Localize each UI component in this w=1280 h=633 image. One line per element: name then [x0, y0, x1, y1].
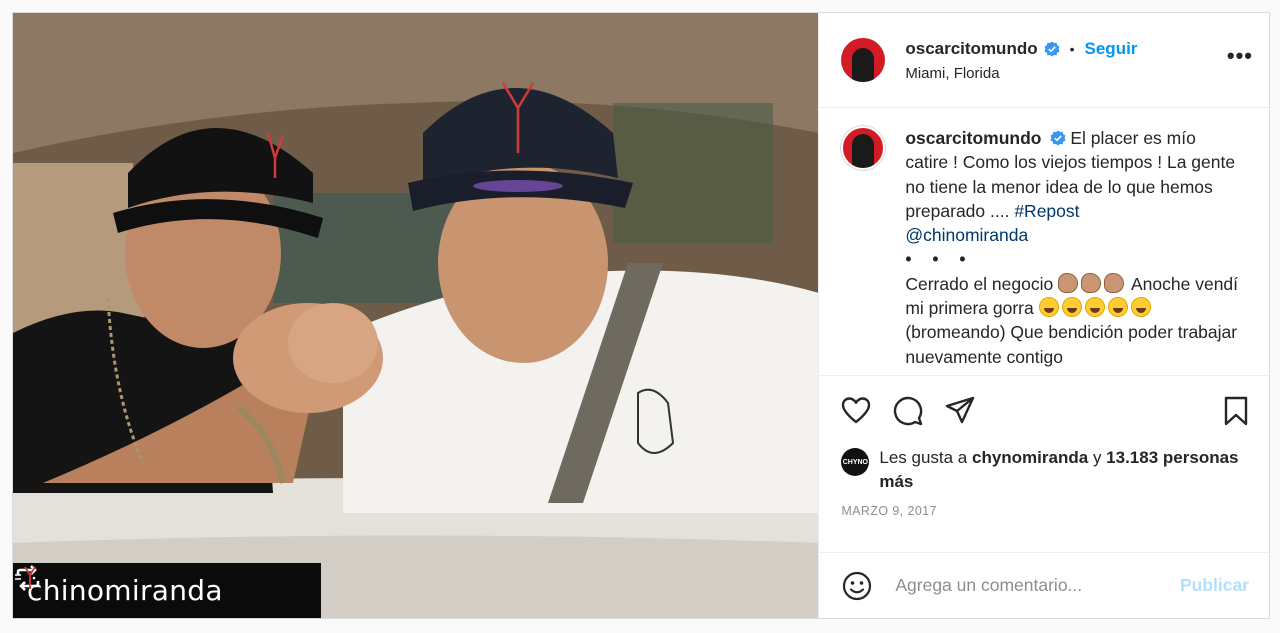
comment-button[interactable]: [891, 394, 925, 428]
comment-input[interactable]: [895, 575, 1180, 596]
flexed-biceps-emoji-icon: [1081, 272, 1102, 293]
caption-dots: • • •: [905, 249, 974, 270]
flexed-biceps-emoji-icon: [1058, 272, 1079, 293]
caption-line-2: Cerrado el negocio: [905, 273, 1054, 294]
action-bar: [819, 376, 1269, 446]
emoji-picker-icon[interactable]: [841, 570, 873, 602]
dot-separator: •: [1069, 40, 1075, 57]
publish-button[interactable]: Publicar: [1180, 575, 1249, 596]
hashtag-link[interactable]: #Repost: [1014, 201, 1079, 221]
caption-avatar[interactable]: [841, 126, 886, 170]
flexed-biceps-emoji-icon: [1104, 272, 1125, 293]
likes-prefix: Les gusta a: [879, 448, 968, 467]
header-text: oscarcitomundo • Seguir Miami, Florida: [905, 39, 1227, 82]
laughing-emoji-icon: [1107, 297, 1128, 318]
repost-username: chinomiranda: [27, 574, 223, 607]
more-horizontal-icon[interactable]: •••: [1227, 43, 1253, 77]
avatar-figure: [852, 48, 875, 82]
post-date[interactable]: MARZO 9, 2017: [819, 494, 1269, 534]
likes-conjunction: y: [1092, 448, 1102, 467]
liker-avatar[interactable]: CHYNO: [841, 448, 870, 476]
mention-link[interactable]: @chinomiranda: [905, 225, 1028, 245]
likes-count[interactable]: 13.183: [1106, 448, 1158, 467]
post-location[interactable]: Miami, Florida: [905, 65, 1227, 82]
post-side-panel: oscarcitomundo • Seguir Miami, Florida •…: [818, 13, 1269, 618]
share-icon: [946, 396, 975, 424]
post-photo[interactable]: chinomiranda: [13, 13, 819, 618]
laughing-emoji-icon: [1038, 297, 1059, 318]
comment-box: Publicar: [819, 552, 1269, 618]
author-avatar[interactable]: [841, 38, 886, 82]
heart-icon: [842, 397, 871, 424]
instagram-post: chinomiranda oscarcitomundo • Seguir Mia…: [12, 12, 1270, 619]
post-header: oscarcitomundo • Seguir Miami, Florida •…: [819, 13, 1269, 108]
caption-area: oscarcitomundo El placer es mío catire !…: [819, 108, 1269, 376]
laughing-emoji-icon: [1130, 297, 1151, 318]
avatar-figure: [852, 134, 875, 168]
likes-text: Les gusta a chynomiranda y 13.183 person…: [879, 446, 1253, 494]
liker-username[interactable]: chynomiranda: [972, 448, 1088, 467]
caption-text: oscarcitomundo El placer es mío catire !…: [905, 126, 1240, 375]
chino-logo-icon: [15, 566, 36, 589]
header-top-row: oscarcitomundo • Seguir: [905, 39, 1227, 59]
bookmark-icon: [1224, 396, 1248, 426]
share-button[interactable]: [943, 394, 977, 428]
save-button[interactable]: [1219, 394, 1253, 428]
likes-summary: CHYNO Les gusta a chynomiranda y 13.183 …: [819, 446, 1269, 494]
caption-username[interactable]: oscarcitomundo: [905, 128, 1041, 148]
laughing-emoji-icon: [1061, 297, 1082, 318]
verified-badge-icon: [1044, 41, 1060, 56]
photo-illustration: [13, 13, 819, 618]
author-username[interactable]: oscarcitomundo: [905, 39, 1037, 59]
repost-badge: chinomiranda: [13, 563, 321, 618]
comment-icon: [894, 396, 923, 426]
laughing-emoji-icon: [1084, 297, 1105, 318]
like-button[interactable]: [839, 394, 873, 428]
verified-badge-icon: [1050, 130, 1066, 146]
caption-line-4: (bromeando) Que bendición poder trabajar…: [905, 322, 1238, 367]
follow-button[interactable]: Seguir: [1085, 39, 1138, 59]
